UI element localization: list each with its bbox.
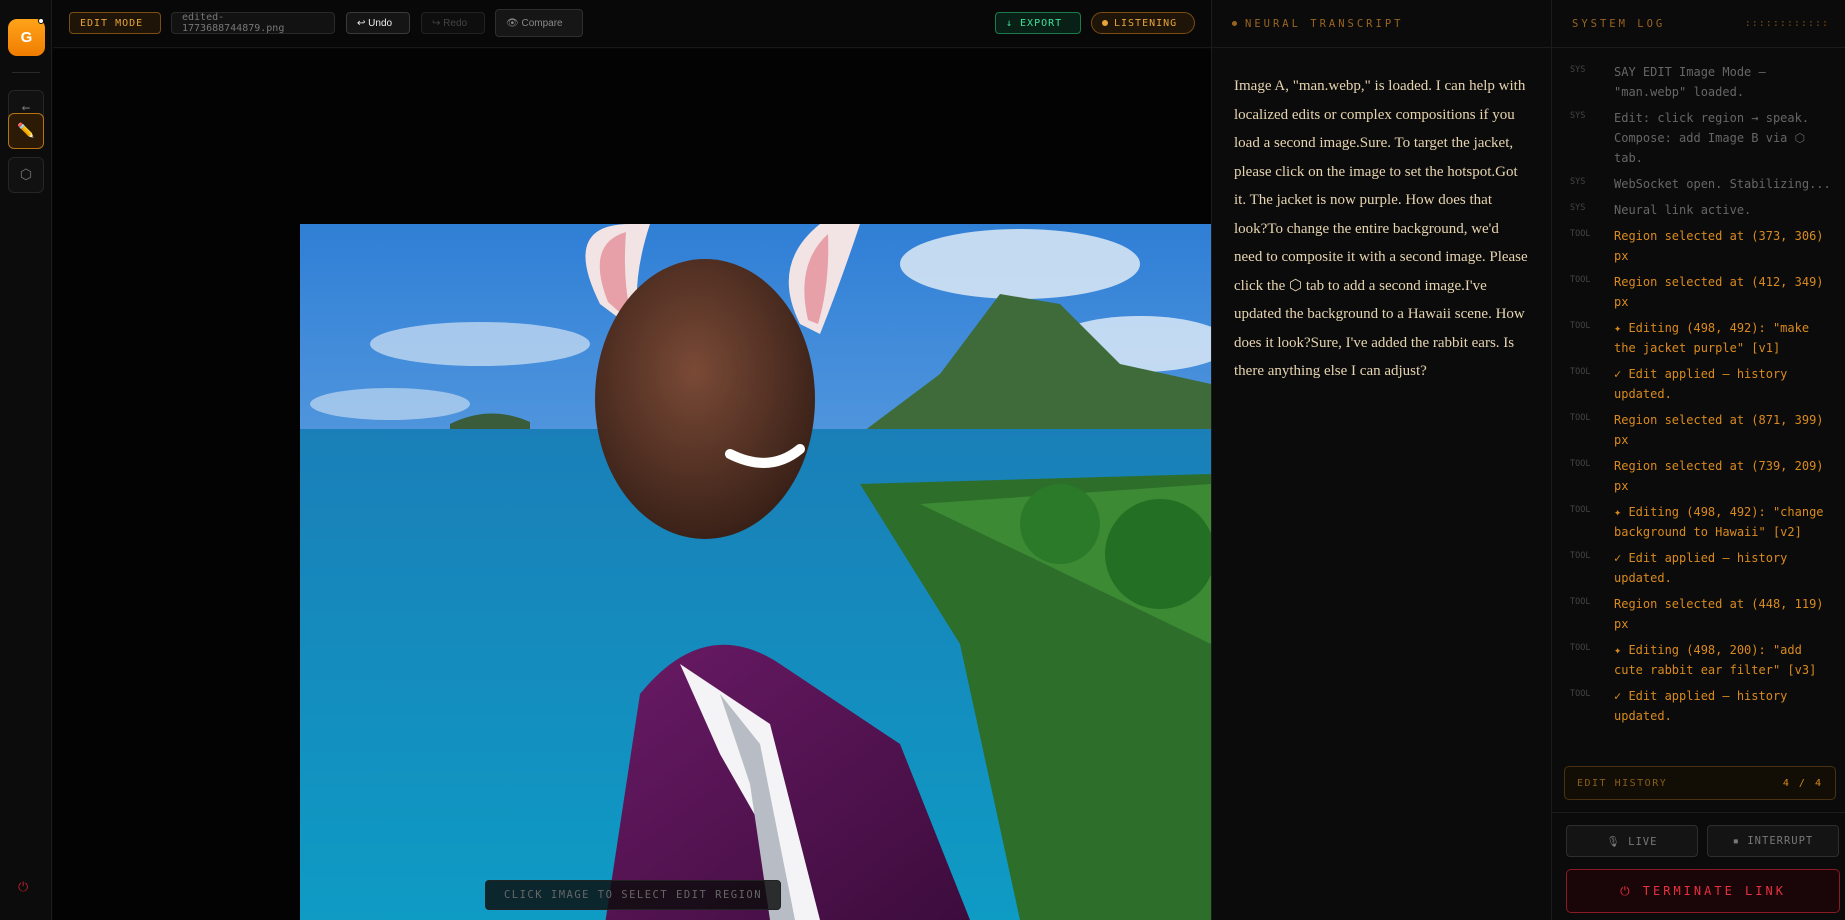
log-text: Region selected at (871, 399) px	[1614, 413, 1824, 447]
log-entry: SYS Neural link active.	[1552, 200, 1845, 220]
power-icon[interactable]: ⏻	[18, 880, 28, 895]
live-button[interactable]: 🎙 LIVE	[1566, 825, 1698, 857]
compare-button[interactable]: 👁 Compare	[495, 9, 583, 37]
left-rail: G ← ✏️ ⬡ ⏻	[0, 0, 52, 920]
log-list[interactable]: SYS SAY EDIT Image Mode — "man.webp" load…	[1552, 48, 1845, 726]
transcript-dot-icon	[1232, 21, 1237, 26]
log-text: ✦ Editing (498, 492): "make the jacket p…	[1614, 321, 1810, 355]
rail-divider	[12, 72, 40, 73]
pencil-icon: ✏️	[17, 123, 35, 139]
log-entry: TOOL ✓ Edit applied — history updated.	[1552, 548, 1845, 588]
log-tag: SYS	[1570, 177, 1586, 187]
log-tag: SYS	[1570, 111, 1586, 121]
log-entry: SYS SAY EDIT Image Mode — "man.webp" load…	[1552, 62, 1845, 102]
log-text: Region selected at (412, 349) px	[1614, 275, 1824, 309]
log-entry: TOOL Region selected at (448, 119) px	[1552, 594, 1845, 634]
log-entry: SYS WebSocket open. Stabilizing...	[1552, 174, 1845, 194]
log-entry: TOOL ✦ Editing (498, 492): "make the jack…	[1552, 318, 1845, 358]
compose-tab-button[interactable]: ⬡	[8, 157, 44, 193]
terminate-link-button[interactable]: ⏻ TERMINATE LINK	[1566, 869, 1840, 913]
listening-dot-icon	[1102, 20, 1108, 26]
system-log-title: SYSTEM LOG	[1572, 17, 1666, 30]
log-entry: TOOL ✦ Editing (498, 200): "add cute rabb…	[1552, 640, 1845, 680]
canvas-hint: CLICK IMAGE TO SELECT EDIT REGION	[485, 880, 781, 910]
edit-history-label: EDIT HISTORY	[1577, 777, 1668, 789]
log-tag: TOOL	[1570, 551, 1591, 561]
transcript-text: Image A, "man.webp," is loaded. I can he…	[1234, 78, 1528, 379]
system-log-header: SYSTEM LOG ::::::::::::	[1552, 0, 1845, 48]
log-entry: SYS Edit: click region → speak. Compose: …	[1552, 108, 1845, 168]
log-text: ✓ Edit applied — history updated.	[1614, 689, 1788, 723]
log-tag: SYS	[1570, 65, 1586, 75]
log-text: Region selected at (373, 306) px	[1614, 229, 1824, 263]
log-tag: TOOL	[1570, 643, 1591, 653]
log-text: ✦ Editing (498, 492): "change background…	[1614, 505, 1824, 539]
log-tag: SYS	[1570, 203, 1586, 213]
log-text: Edit: click region → speak. Compose: add…	[1614, 111, 1810, 165]
log-entry: TOOL ✓ Edit applied — history updated.	[1552, 364, 1845, 404]
log-text: Region selected at (448, 119) px	[1614, 597, 1824, 631]
control-footer: 🎙 LIVE ▪ INTERRUPT ⏻ TERMINATE LINK	[1552, 812, 1845, 920]
log-text: ✓ Edit applied — history updated.	[1614, 367, 1788, 401]
edit-mode-button[interactable]: ✏️	[8, 113, 44, 149]
listening-badge: LISTENING	[1091, 12, 1195, 34]
log-entry: TOOL Region selected at (373, 306) px	[1552, 226, 1845, 266]
log-text: ✓ Edit applied — history updated.	[1614, 551, 1788, 585]
system-log-panel: SYSTEM LOG :::::::::::: SYS SAY EDIT Imag…	[1551, 0, 1845, 920]
log-tag: TOOL	[1570, 275, 1591, 285]
transcript-header: NEURAL TRANSCRIPT	[1212, 0, 1551, 48]
listening-label: LISTENING	[1114, 17, 1178, 29]
edited-image[interactable]	[300, 224, 1211, 920]
edited-photo-illustration	[300, 224, 1211, 920]
log-tag: TOOL	[1570, 459, 1591, 469]
app-logo[interactable]: G	[8, 19, 45, 56]
log-tag: TOOL	[1570, 413, 1591, 423]
edit-mode-badge: EDIT MODE	[69, 12, 161, 34]
edit-history-count: 4 / 4	[1782, 777, 1823, 789]
log-text: Region selected at (739, 209) px	[1614, 459, 1824, 493]
log-tag: TOOL	[1570, 229, 1591, 239]
log-text: ✦ Editing (498, 200): "add cute rabbit e…	[1614, 643, 1817, 677]
transcript-panel: NEURAL TRANSCRIPT Image A, "man.webp," i…	[1211, 0, 1551, 920]
interrupt-button[interactable]: ▪ INTERRUPT	[1707, 825, 1839, 857]
undo-button[interactable]: ↩ Undo	[346, 12, 410, 34]
log-text: WebSocket open. Stabilizing...	[1614, 177, 1831, 191]
log-tag: TOOL	[1570, 321, 1591, 331]
log-text: SAY EDIT Image Mode — "man.webp" loaded.	[1614, 65, 1766, 99]
activity-meter-icon: ::::::::::::	[1744, 18, 1829, 29]
transcript-title: NEURAL TRANSCRIPT	[1245, 17, 1404, 30]
hexagon-icon: ⬡	[19, 167, 33, 183]
redo-button[interactable]: ↪ Redo	[421, 12, 485, 34]
log-entry: TOOL ✓ Edit applied — history updated.	[1552, 686, 1845, 726]
log-entry: TOOL Region selected at (871, 399) px	[1552, 410, 1845, 450]
log-entry: TOOL ✦ Editing (498, 492): "change backgr…	[1552, 502, 1845, 542]
file-name: edited-1773688744879.png	[171, 12, 335, 34]
log-tag: TOOL	[1570, 505, 1591, 515]
log-entry: TOOL Region selected at (412, 349) px	[1552, 272, 1845, 312]
edit-history-bar[interactable]: EDIT HISTORY 4 / 4	[1564, 766, 1836, 800]
log-tag: TOOL	[1570, 597, 1591, 607]
log-text: Neural link active.	[1614, 203, 1752, 217]
log-entry: TOOL Region selected at (739, 209) px	[1552, 456, 1845, 496]
log-tag: TOOL	[1570, 689, 1591, 699]
log-tag: TOOL	[1570, 367, 1591, 377]
logo-letter: G	[20, 29, 33, 46]
export-button[interactable]: ↓ EXPORT	[995, 12, 1081, 34]
toolbar: EDIT MODE edited-1773688744879.png ↩ Und…	[53, 0, 1211, 48]
status-dot	[38, 18, 44, 24]
